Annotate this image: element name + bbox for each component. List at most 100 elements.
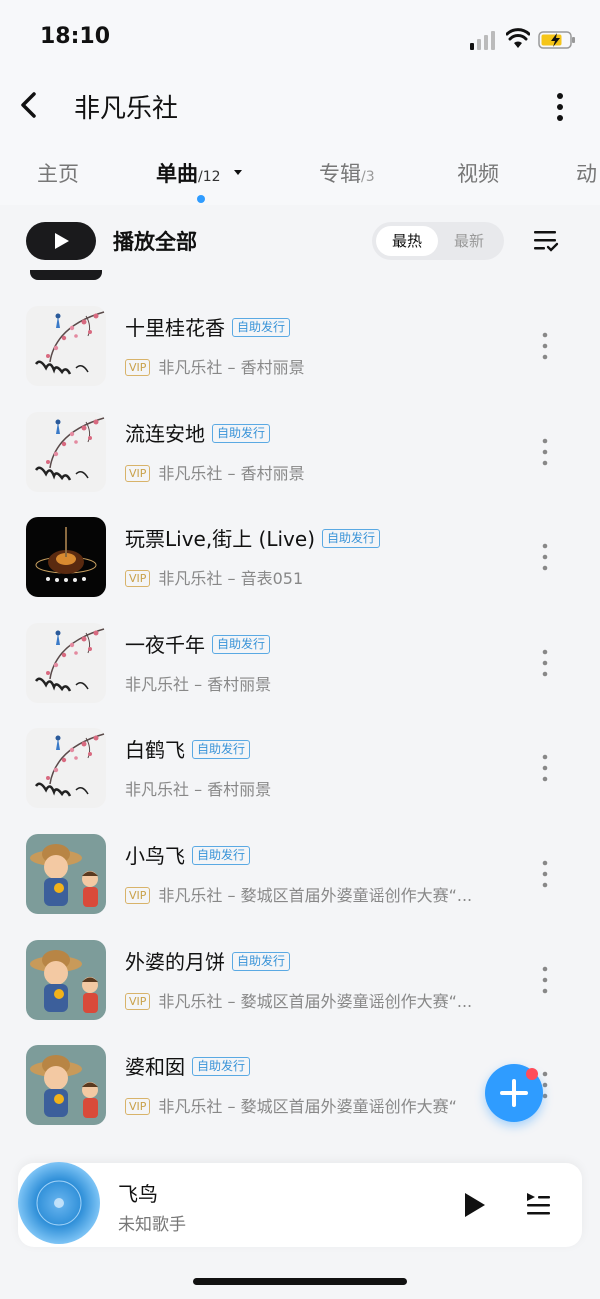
play-icon <box>55 233 69 249</box>
song-title-text: 外婆的月饼 <box>125 949 225 974</box>
song-subtitle: 非凡乐社 – 香村丽景 <box>125 776 515 800</box>
song-title-text: 白鹤飞 <box>125 738 185 763</box>
song-title-text: 婆和囡 <box>125 1055 185 1080</box>
wifi-icon <box>506 28 530 48</box>
tab-home[interactable]: 主页 <box>37 158 79 188</box>
more-options-icon[interactable] <box>540 858 550 890</box>
song-title: 外婆的月饼 自助发行 <box>125 946 291 975</box>
mini-player[interactable] <box>18 1163 582 1247</box>
artist-album-text: 非凡乐社 – 婺城区首届外婆童谣创作大赛“... <box>158 991 473 1011</box>
more-options-icon[interactable] <box>540 752 550 784</box>
artist-album-text: 非凡乐社 – 香村丽景 <box>125 780 272 800</box>
song-row[interactable]: 玩票Live,街上 (Live) 自助发行 VIP 非凡乐社 – 音表051 <box>0 517 600 622</box>
home-indicator <box>193 1278 407 1285</box>
song-subtitle: VIP 非凡乐社 – 婺城区首届外婆童谣创作大赛“ <box>125 1093 515 1117</box>
cover-art <box>26 517 106 598</box>
sort-new-option[interactable]: 最新 <box>438 226 500 256</box>
tab-singles[interactable]: 单曲/12 <box>156 158 244 188</box>
cartoon-kids-cover-icon <box>26 834 106 914</box>
list-toolbar: 播放全部 最热 最新 <box>0 210 600 270</box>
artist-album-text: 非凡乐社 – 香村丽景 <box>158 463 305 483</box>
tab-label: 动 <box>576 162 597 186</box>
song-row[interactable]: 流连安地 自助发行 VIP 非凡乐社 – 香村丽景 <box>0 411 600 517</box>
album-disc[interactable] <box>18 1162 100 1244</box>
song-title: 一夜千年 自助发行 <box>125 629 271 658</box>
song-title-text: 小鸟飞 <box>125 844 185 868</box>
song-subtitle: VIP 非凡乐社 – 婺城区首届外婆童谣创作大赛“... <box>125 882 515 906</box>
song-list: 十里桂花香 自助发行 VIP 非凡乐社 – 香村丽景 流连安地 自助发行 VIP 非凡乐社 –… <box>0 270 600 1160</box>
tab-count: /12 <box>198 169 221 185</box>
vip-badge: VIP <box>125 992 151 1010</box>
tab-videos[interactable]: 视频 <box>457 158 499 188</box>
song-subtitle: 非凡乐社 – 香村丽景 <box>125 671 515 695</box>
partial-cover <box>30 270 102 280</box>
disc-icon <box>36 1180 82 1226</box>
song-subtitle: VIP 非凡乐社 – 香村丽景 <box>125 354 515 378</box>
notification-dot <box>526 1068 538 1080</box>
self-release-badge: 自助发行 <box>322 529 381 549</box>
tab-bar: 主页 单曲/12 专辑/3 视频 动 <box>0 150 600 203</box>
tab-label: 单曲 <box>156 162 198 186</box>
artist-album-text: 非凡乐社 – 音表051 <box>158 569 304 589</box>
cellular-signal-icon <box>470 31 495 50</box>
playlist-icon[interactable] <box>524 1190 552 1220</box>
more-options-icon[interactable] <box>540 647 550 679</box>
cover-art <box>26 306 106 386</box>
self-release-badge: 自助发行 <box>192 1057 251 1077</box>
vip-badge: VIP <box>125 464 151 482</box>
song-title-text: 十里桂花香 <box>125 316 225 340</box>
song-title: 小鸟飞 自助发行 <box>125 840 251 869</box>
status-bar: 18:10 <box>0 18 600 58</box>
artist-album-text: 非凡乐社 – 婺城区首届外婆童谣创作大赛“... <box>158 886 473 905</box>
song-row[interactable]: 外婆的月饼 自助发行 VIP 非凡乐社 – 婺城区首届外婆童谣创作大赛“... <box>0 939 600 1045</box>
artist-album-text: 非凡乐社 – 香村丽景 <box>158 358 305 377</box>
song-row[interactable]: 一夜千年 自助发行非凡乐社 – 香村丽景 <box>0 622 600 728</box>
more-options-icon[interactable] <box>540 964 550 996</box>
song-subtitle: VIP 非凡乐社 – 音表051 <box>125 565 515 589</box>
more-options-icon[interactable] <box>540 436 550 468</box>
more-options-icon[interactable] <box>540 541 550 573</box>
page-header: 非凡乐社 <box>0 80 600 130</box>
tab-label: 视频 <box>457 162 499 186</box>
song-title: 婆和囡 自助发行 <box>125 1051 251 1080</box>
vip-badge: VIP <box>125 887 151 904</box>
vip-badge: VIP <box>125 359 151 376</box>
cartoon-kids-cover-icon <box>26 1045 106 1126</box>
sort-hot-option[interactable]: 最热 <box>376 226 438 256</box>
self-release-badge: 自助发行 <box>232 951 291 971</box>
song-title: 玩票Live,街上 (Live) 自助发行 <box>125 523 381 552</box>
tab-albums[interactable]: 专辑/3 <box>319 158 375 188</box>
plum-blossom-cover-icon <box>26 728 106 809</box>
song-title-text: 一夜千年 <box>125 632 205 657</box>
plum-blossom-cover-icon <box>26 411 106 492</box>
self-release-badge: 自助发行 <box>192 846 251 865</box>
play-icon[interactable] <box>460 1190 488 1220</box>
multi-select-icon[interactable] <box>532 228 560 254</box>
tab-dynamics[interactable]: 动 <box>576 158 597 188</box>
song-row[interactable]: 小鸟飞 自助发行 VIP 非凡乐社 – 婺城区首届外婆童谣创作大赛“... <box>0 834 600 939</box>
song-title-text: 流连安地 <box>125 421 205 446</box>
song-title-text: 玩票Live,街上 (Live) <box>125 527 315 552</box>
play-all-button[interactable] <box>26 222 96 260</box>
vip-badge: VIP <box>125 570 151 588</box>
play-all-label[interactable]: 播放全部 <box>113 226 197 256</box>
more-options-icon[interactable] <box>540 330 550 362</box>
song-row[interactable]: 十里桂花香 自助发行 VIP 非凡乐社 – 香村丽景 <box>0 306 600 411</box>
plum-blossom-cover-icon <box>26 622 106 703</box>
artist-album-text: 非凡乐社 – 香村丽景 <box>125 674 272 694</box>
sort-toggle: 最热 最新 <box>372 222 504 260</box>
tab-label: 专辑 <box>319 162 361 186</box>
back-arrow-icon[interactable] <box>14 88 44 122</box>
self-release-badge: 自助发行 <box>192 740 251 760</box>
player-title: 飞鸟 <box>118 1182 158 1206</box>
cover-art <box>26 411 106 492</box>
status-time: 18:10 <box>40 24 111 49</box>
cartoon-kids-cover-icon <box>26 939 106 1020</box>
cover-art <box>26 1045 106 1126</box>
self-release-badge: 自助发行 <box>212 634 271 654</box>
tab-label: 主页 <box>37 162 79 186</box>
more-options-icon[interactable] <box>548 90 572 124</box>
song-row[interactable]: 白鹤飞 自助发行非凡乐社 – 香村丽景 <box>0 728 600 833</box>
tab-count: /3 <box>361 169 375 185</box>
active-tab-indicator <box>197 195 205 203</box>
